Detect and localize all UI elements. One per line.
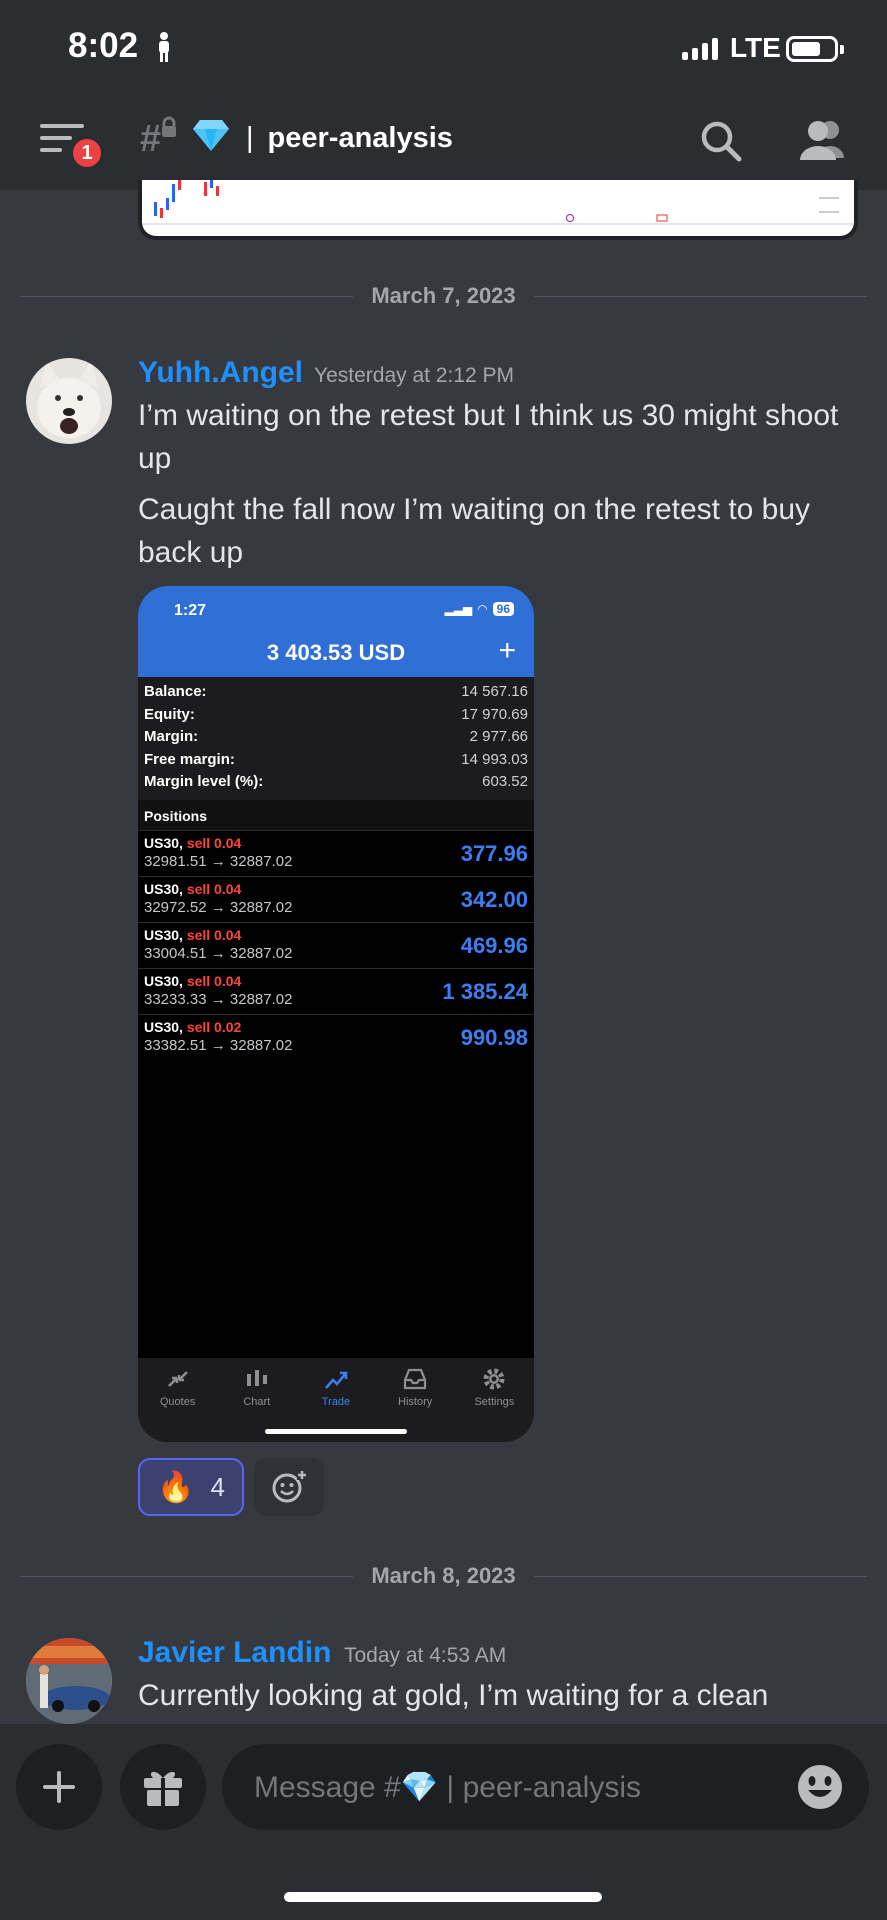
position-row: US30, sell 0.04 32981.51 → 32887.02 377.… — [138, 829, 534, 876]
avatar[interactable] — [26, 1638, 112, 1724]
trading-screenshot-attachment[interactable]: 1:27 ▂▃▅ ◠ 96 3 403.53 USD + Balance: 14 … — [138, 586, 534, 1442]
message-text: Caught the fall now I’m waiting on the r… — [138, 493, 811, 569]
home-indicator — [265, 1429, 407, 1434]
position-row: US30, sell 0.02 33382.51 → 32887.02 990.… — [138, 1013, 534, 1060]
message-composer: Message #💎 | peer-analysis — [0, 1724, 887, 1920]
account-row: Balance: 14 567.16 — [144, 683, 528, 700]
message-timestamp: Today at 4:53 AM — [344, 1644, 507, 1667]
home-indicator — [284, 1892, 602, 1902]
tab-quotes: Quotes — [143, 1366, 213, 1442]
history-icon — [404, 1368, 427, 1390]
battery-level: 96 — [492, 602, 514, 616]
top-bar: 8:02 LTE 1 # | peer-analysis — [0, 0, 887, 190]
attachment-time: 1:27 — [174, 602, 207, 619]
car-show-avatar-image — [26, 1638, 112, 1724]
account-row: Free margin: 14 993.03 — [144, 750, 528, 768]
emoji-icon[interactable] — [777, 1744, 863, 1830]
battery-icon — [786, 36, 844, 62]
positions-header: Positions — [138, 799, 534, 830]
candlestick-chart-image — [142, 180, 854, 225]
fire-emoji-icon: 🔥 — [157, 1470, 195, 1504]
plus-icon: + — [498, 634, 516, 667]
account-summary: Balance: 14 567.16 Equity: 17 970.69 Margi… — [138, 677, 534, 800]
account-row: Equity: 17 970.69 — [144, 705, 528, 723]
status-time: 8:02 — [68, 26, 139, 65]
balance-title: 3 403.53 USD — [266, 640, 406, 665]
wifi-icon: ◠ — [477, 602, 488, 616]
channel-title[interactable]: | peer-analysis — [246, 122, 453, 155]
members-icon[interactable] — [798, 118, 846, 160]
position-row: US30, sell 0.04 32972.52 → 32887.02 342.… — [138, 875, 534, 922]
notification-badge: 1 — [70, 136, 104, 170]
signal-icon: ▂▃▅ — [444, 602, 473, 616]
message-author[interactable]: Yuhh.Angel — [138, 356, 303, 390]
chart-image-thumbnail[interactable] — [138, 180, 858, 240]
search-icon[interactable] — [700, 120, 742, 162]
attachment-status-icons: ▂▃▅ ◠ 96 — [444, 602, 514, 616]
gift-icon — [144, 1771, 182, 1806]
plus-icon — [43, 1771, 75, 1803]
reaction-count: 4 — [210, 1471, 225, 1502]
chart-icon — [246, 1370, 267, 1386]
gear-icon — [483, 1368, 505, 1390]
lock-icon — [162, 116, 176, 137]
gift-button[interactable] — [120, 1744, 206, 1830]
message-text: Currently looking at gold, I’m waiting f… — [138, 1679, 769, 1712]
avatar[interactable] — [26, 358, 112, 444]
message-input-placeholder: Message #💎 | peer-analysis — [254, 1770, 641, 1804]
account-row: Margin level (%): 603.52 — [144, 773, 528, 790]
quotes-icon — [167, 1371, 188, 1387]
diamond-icon — [193, 120, 229, 151]
message-text: I’m waiting on the retest but I think us… — [138, 399, 839, 475]
dog-avatar-image — [26, 358, 112, 444]
position-row: US30, sell 0.04 33004.51 → 32887.02 469.… — [138, 921, 534, 968]
date-divider: March 7, 2023 — [20, 276, 867, 316]
network-label: LTE — [730, 32, 781, 63]
person-icon — [159, 32, 169, 62]
add-attachment-button[interactable] — [16, 1744, 102, 1830]
date-divider: March 8, 2023 — [20, 1556, 867, 1596]
add-reaction-button[interactable] — [254, 1458, 324, 1516]
message-timestamp: Yesterday at 2:12 PM — [314, 364, 515, 387]
reaction-fire[interactable]: 🔥 4 — [138, 1458, 244, 1516]
trade-icon — [325, 1371, 348, 1389]
attachment-tab-bar: Quotes Chart Trade History Settings — [138, 1358, 534, 1442]
add-emoji-icon — [272, 1470, 307, 1503]
message-author[interactable]: Javier Landin — [138, 1636, 331, 1670]
message-input[interactable]: Message #💎 | peer-analysis — [222, 1744, 869, 1830]
channel-hash-icon: # — [140, 118, 162, 160]
position-row: US30, sell 0.04 33233.33 → 32887.02 1 38… — [138, 967, 534, 1014]
signal-icon — [682, 38, 718, 60]
account-row: Margin: 2 977.66 — [144, 728, 528, 745]
tab-settings: Settings — [459, 1366, 529, 1442]
attachment-header: 1:27 ▂▃▅ ◠ 96 3 403.53 USD + — [138, 586, 534, 677]
